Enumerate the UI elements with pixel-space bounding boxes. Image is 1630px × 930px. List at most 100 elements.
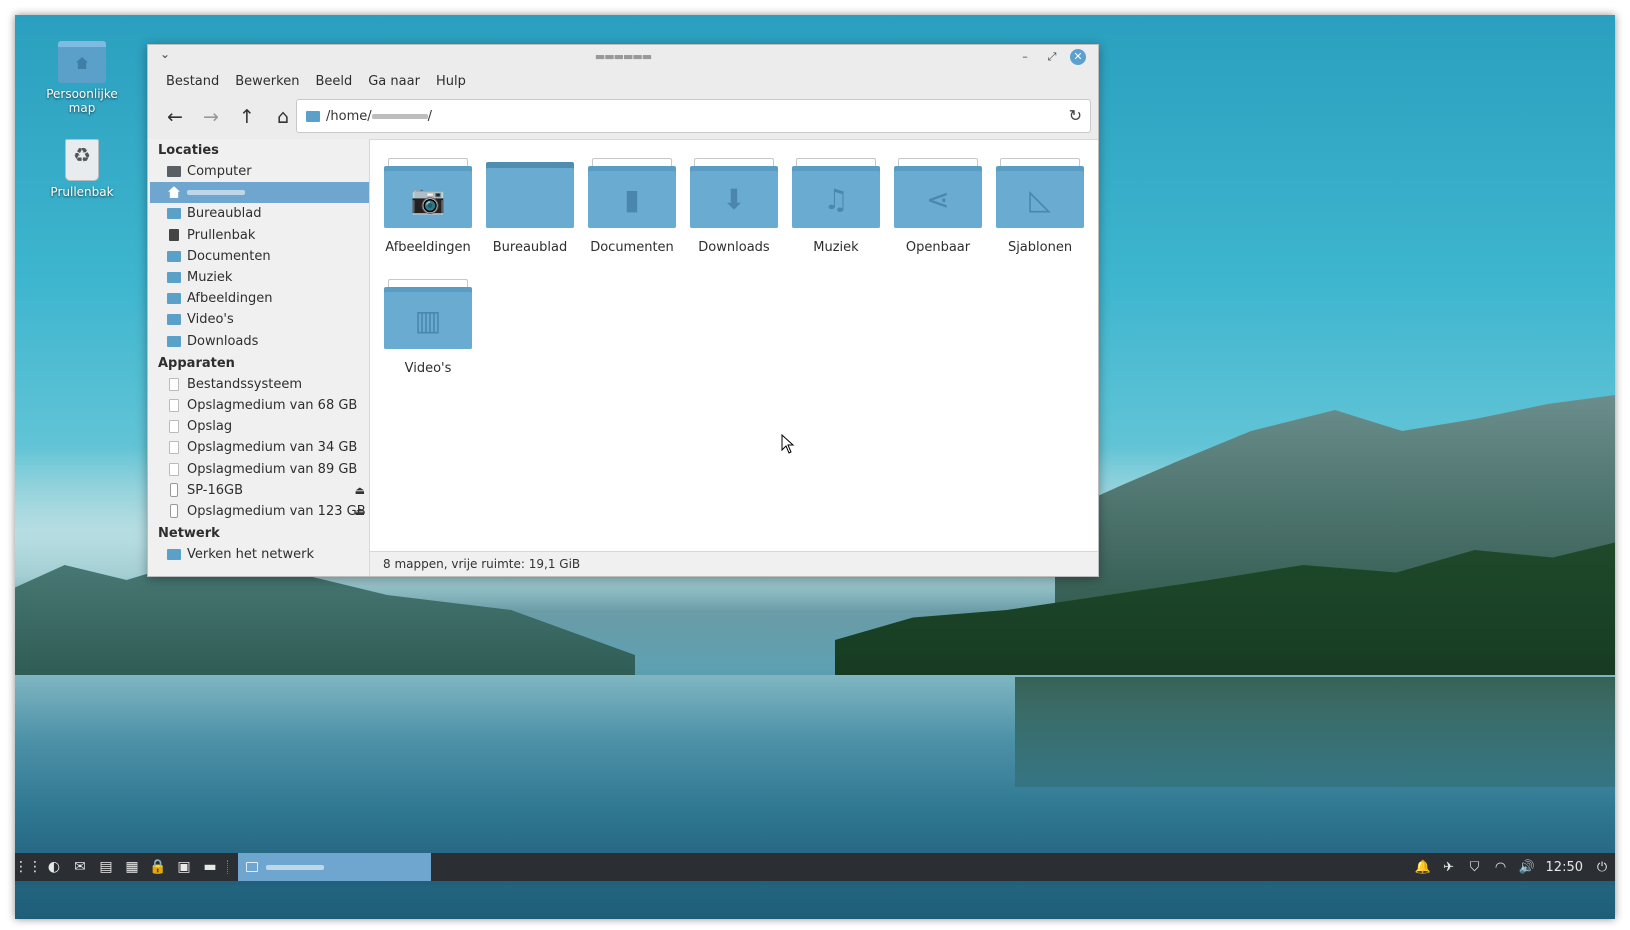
home-button[interactable]: ⌂ bbox=[268, 102, 298, 132]
usb-drive-icon bbox=[170, 483, 178, 498]
volume-icon[interactable]: 🔊 bbox=[1514, 853, 1540, 881]
sidebar-item-opslag[interactable]: Opslag bbox=[150, 416, 369, 437]
task-label bbox=[266, 864, 324, 870]
template-icon: ◺ bbox=[996, 171, 1084, 228]
document-icon: ▮ bbox=[588, 171, 676, 228]
office-icon[interactable]: ▦ bbox=[119, 853, 145, 881]
folder-icon: ▮ bbox=[588, 158, 676, 228]
sidebar-item-label: Muziek bbox=[187, 270, 233, 286]
file-manager-window: ⌄ ▬▬▬▬▬▬ – ⤢ ✕ Bestand Bewerken Beeld Ga… bbox=[147, 44, 1099, 577]
sidebar-item-muziek[interactable]: Muziek bbox=[150, 267, 369, 288]
sidebar-item-afbeeldingen[interactable]: Afbeeldingen bbox=[150, 288, 369, 309]
sidebar-item-computer[interactable]: Computer bbox=[150, 161, 369, 182]
taskbar-window-file-manager[interactable] bbox=[238, 853, 431, 881]
up-button[interactable]: ↑ bbox=[232, 102, 262, 132]
desktop-icon-home[interactable]: Persoonlijke map bbox=[32, 41, 132, 115]
clock[interactable]: 12:50 bbox=[1540, 860, 1589, 875]
forward-button[interactable]: → bbox=[196, 102, 226, 132]
drive-icon bbox=[169, 377, 179, 391]
redacted-username bbox=[187, 190, 245, 196]
desktop-icon bbox=[486, 168, 574, 228]
notification-icon[interactable]: 🔔 bbox=[1410, 853, 1436, 881]
files-icon[interactable]: ▬ bbox=[197, 853, 223, 881]
sidebar-item-videos[interactable]: Video's bbox=[150, 309, 369, 330]
browser-icon[interactable]: ◐ bbox=[41, 853, 67, 881]
redacted-username bbox=[371, 113, 428, 119]
trash-icon bbox=[65, 139, 99, 181]
shield-icon[interactable]: ⛉ bbox=[1462, 853, 1488, 881]
folder-afbeeldingen[interactable]: 📷 Afbeeldingen bbox=[378, 156, 478, 266]
sidebar-item-label: Prullenbak bbox=[187, 227, 256, 243]
sidebar-item-documenten[interactable]: Documenten bbox=[150, 246, 369, 267]
menu-beeld[interactable]: Beeld bbox=[307, 69, 360, 95]
menu-bestand[interactable]: Bestand bbox=[158, 69, 227, 95]
mouse-cursor-icon bbox=[781, 434, 795, 454]
terminal-icon[interactable]: ▣ bbox=[171, 853, 197, 881]
camera-icon: 📷 bbox=[384, 171, 472, 228]
sidebar: Locaties Computer Bureaublad Prullenbak bbox=[150, 139, 369, 576]
folder-icon: ♫ bbox=[792, 158, 880, 228]
editor-icon[interactable]: ▤ bbox=[93, 853, 119, 881]
lock-icon[interactable]: 🔒 bbox=[145, 853, 171, 881]
sidebar-item-prullenbak[interactable]: Prullenbak bbox=[150, 225, 369, 246]
desktop-icon-label: Persoonlijke map bbox=[46, 87, 118, 115]
sidebar-item-sp-16gb[interactable]: SP-16GB ⏏ bbox=[150, 480, 369, 501]
refresh-icon[interactable]: ↻ bbox=[1069, 106, 1082, 125]
desktop-icon-trash[interactable]: Prullenbak bbox=[32, 139, 132, 199]
eject-icon[interactable]: ⏏ bbox=[355, 505, 365, 518]
sidebar-item-label: Opslag bbox=[187, 419, 233, 435]
folder-icon bbox=[486, 158, 574, 228]
sidebar-item-volume-89gb[interactable]: Opslagmedium van 89 GB bbox=[150, 458, 369, 479]
titlebar[interactable]: ⌄ ▬▬▬▬▬▬ – ⤢ ✕ bbox=[148, 45, 1098, 69]
folder-label: Bureaublad bbox=[492, 240, 568, 255]
power-icon[interactable]: ⏻ bbox=[1589, 853, 1615, 881]
folder-label: Downloads bbox=[698, 240, 770, 255]
folder-videos[interactable]: ▥ Video's bbox=[378, 277, 478, 387]
folder-bureaublad[interactable]: Bureaublad bbox=[480, 156, 580, 266]
computer-icon bbox=[167, 166, 181, 178]
sidebar-item-label: Opslagmedium van 89 GB bbox=[187, 461, 358, 477]
eject-icon[interactable]: ⏏ bbox=[355, 484, 365, 497]
sidebar-item-volume-68gb[interactable]: Opslagmedium van 68 GB bbox=[150, 395, 369, 416]
menu-bewerken[interactable]: Bewerken bbox=[227, 69, 307, 95]
drive-icon bbox=[169, 420, 179, 434]
folder-icon bbox=[167, 208, 181, 220]
close-button[interactable]: ✕ bbox=[1070, 49, 1086, 65]
system-tray: 🔔 ✈ ⛉ ◠ 🔊 12:50 ⏻ bbox=[1410, 853, 1615, 881]
file-view[interactable]: 📷 Afbeeldingen Bureaublad ▮ Documenten ⬇… bbox=[369, 139, 1098, 551]
location-bar[interactable]: /home/ / ↻ bbox=[296, 99, 1091, 133]
pin-icon[interactable]: ✈ bbox=[1436, 853, 1462, 881]
folder-icon bbox=[167, 250, 181, 262]
folder-documenten[interactable]: ▮ Documenten bbox=[582, 156, 682, 266]
path-prefix: /home/ bbox=[326, 108, 372, 124]
menu-hulp[interactable]: Hulp bbox=[428, 69, 474, 95]
folder-downloads[interactable]: ⬇ Downloads bbox=[684, 156, 784, 266]
folder-openbaar[interactable]: ⋖ Openbaar bbox=[888, 156, 988, 266]
menubar: Bestand Bewerken Beeld Ga naar Hulp bbox=[148, 69, 1098, 95]
path-suffix: / bbox=[427, 108, 433, 124]
folder-icon bbox=[246, 862, 258, 872]
menu-ga-naar[interactable]: Ga naar bbox=[360, 69, 428, 95]
sidebar-item-bestandssysteem[interactable]: Bestandssysteem bbox=[150, 374, 369, 395]
folder-icon: ◺ bbox=[996, 158, 1084, 228]
sidebar-item-label: SP-16GB bbox=[187, 482, 244, 498]
app-menu-icon[interactable]: ⋮⋮ bbox=[15, 853, 42, 881]
sidebar-item-label: Computer bbox=[187, 164, 252, 180]
maximize-button[interactable]: ⤢ bbox=[1043, 48, 1061, 66]
sidebar-item-volume-123gb[interactable]: Opslagmedium van 123 GB ⏏ bbox=[150, 501, 369, 522]
home-folder-icon bbox=[58, 41, 106, 83]
folder-icon bbox=[306, 110, 320, 122]
back-button[interactable]: ← bbox=[160, 102, 190, 132]
minimize-button[interactable]: – bbox=[1016, 48, 1034, 66]
sidebar-item-bureaublad[interactable]: Bureaublad bbox=[150, 203, 369, 224]
folder-sjablonen[interactable]: ◺ Sjablonen bbox=[990, 156, 1090, 266]
sidebar-item-downloads[interactable]: Downloads bbox=[150, 331, 369, 352]
sidebar-item-home[interactable] bbox=[150, 182, 369, 204]
sidebar-item-network[interactable]: Verken het netwerk bbox=[150, 544, 369, 565]
folder-label: Muziek bbox=[813, 240, 859, 255]
music-icon: ♫ bbox=[792, 171, 880, 228]
sidebar-item-volume-34gb[interactable]: Opslagmedium van 34 GB bbox=[150, 437, 369, 458]
mail-icon[interactable]: ✉ bbox=[67, 853, 93, 881]
folder-muziek[interactable]: ♫ Muziek bbox=[786, 156, 886, 266]
wifi-icon[interactable]: ◠ bbox=[1488, 853, 1514, 881]
